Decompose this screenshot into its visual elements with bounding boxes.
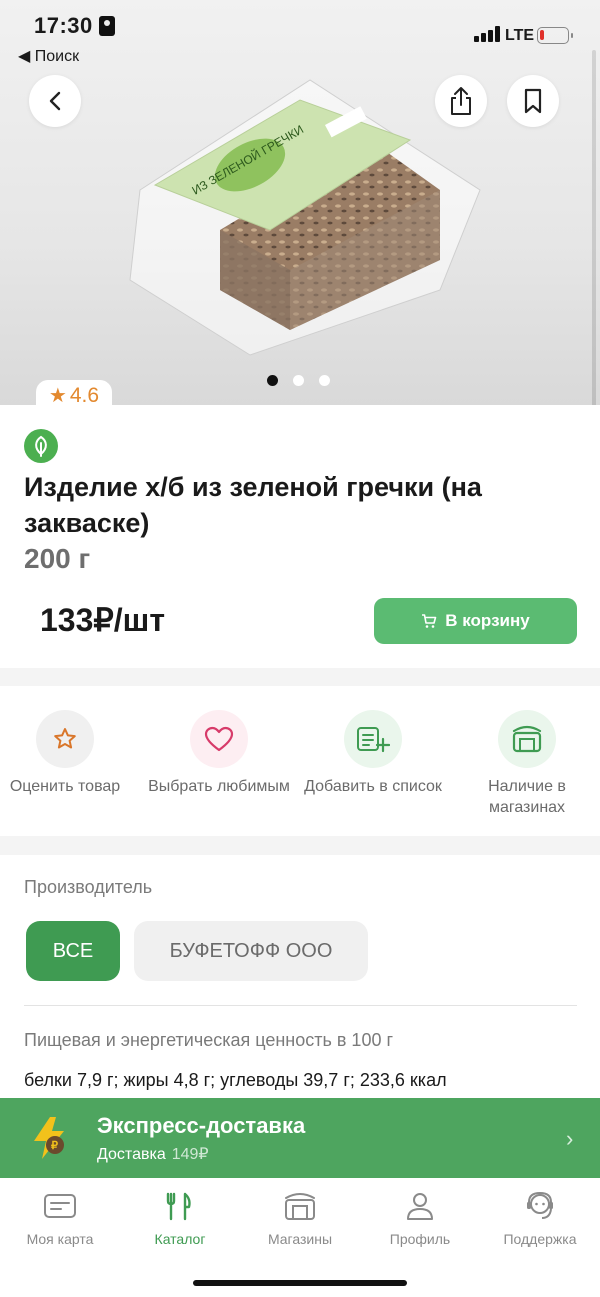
delivery-subtitle: Доставка 149₽ xyxy=(97,1144,209,1164)
back-to-app-link[interactable]: ◀ Поиск xyxy=(18,46,79,66)
gallery-dots[interactable] xyxy=(267,375,330,386)
chevron-left-icon xyxy=(49,91,61,111)
action-label: Добавить в список xyxy=(304,778,442,795)
add-to-list-action[interactable]: Добавить в список xyxy=(298,710,448,797)
producer-title: Производитель xyxy=(24,877,153,897)
heart-icon xyxy=(190,710,248,768)
tab-profile[interactable]: Профиль xyxy=(360,1188,480,1247)
producer-section: Производитель ВСЕ БУФЕТОФФ ООО Пищевая и… xyxy=(0,855,600,1100)
bookmark-icon xyxy=(524,88,542,114)
favorite-action[interactable]: Выбрать любимым xyxy=(144,710,294,797)
delivery-subtitle-label: Доставка xyxy=(97,1146,166,1163)
tab-label: Каталог xyxy=(154,1231,206,1247)
add-to-cart-label: В корзину xyxy=(445,611,530,630)
catalog-icon xyxy=(160,1188,200,1224)
rate-product-action[interactable]: Оценить товар xyxy=(0,710,140,797)
scrollbar[interactable] xyxy=(592,50,596,405)
tab-catalog[interactable]: Каталог xyxy=(120,1188,240,1247)
add-list-icon xyxy=(344,710,402,768)
svg-text:₽: ₽ xyxy=(51,1140,58,1152)
status-time: 17:30 xyxy=(34,13,93,38)
profile-icon xyxy=(400,1188,440,1224)
divider xyxy=(24,1005,577,1006)
support-icon xyxy=(520,1188,560,1224)
cart-icon xyxy=(422,614,437,628)
product-price: 133₽/шт xyxy=(40,602,165,638)
nutrition-title: Пищевая и энергетическая ценность в 100 … xyxy=(24,1030,394,1050)
express-delivery-banner[interactable]: ₽ Экспресс-доставка Доставка 149₽ › xyxy=(0,1098,600,1178)
product-actions: Оценить товар Выбрать любимым Добавить в… xyxy=(0,686,600,836)
action-label: Наличие в магазинах xyxy=(488,778,566,816)
nutrition-value: белки 7,9 г; жиры 4,8 г; углеводы 39,7 г… xyxy=(24,1070,447,1090)
producer-chip-all[interactable]: ВСЕ xyxy=(26,921,120,981)
add-to-cart-button[interactable]: В корзину xyxy=(374,598,577,644)
tab-label: Поддержка xyxy=(503,1231,577,1247)
network-type: LTE xyxy=(505,27,535,44)
star-icon xyxy=(36,710,94,768)
producer-chip-bufetoff[interactable]: БУФЕТОФФ ООО xyxy=(134,921,368,981)
action-label: Выбрать любимым xyxy=(148,778,290,795)
gallery-dot[interactable] xyxy=(267,375,278,386)
back-button[interactable] xyxy=(29,75,81,127)
delivery-title: Экспресс-доставка xyxy=(97,1113,306,1138)
gallery-dot[interactable] xyxy=(319,375,330,386)
store-icon xyxy=(280,1188,320,1224)
product-weight: 200 г xyxy=(24,543,91,574)
tab-label: Профиль xyxy=(389,1231,451,1247)
contact-badge-icon xyxy=(99,16,115,36)
tab-label: Моя карта xyxy=(26,1231,94,1247)
chevron-right-icon: › xyxy=(566,1126,574,1151)
star-icon: ★ xyxy=(48,385,67,407)
store-availability-action[interactable]: Наличие в магазинах xyxy=(452,710,600,818)
tab-label: Магазины xyxy=(267,1231,333,1247)
tab-stores[interactable]: Магазины xyxy=(240,1188,360,1247)
store-icon xyxy=(498,710,556,768)
gallery-dot[interactable] xyxy=(293,375,304,386)
home-indicator[interactable] xyxy=(193,1280,407,1286)
action-label: Оценить товар xyxy=(9,778,121,795)
signal-icon xyxy=(474,26,500,42)
bookmark-button[interactable] xyxy=(507,75,559,127)
tab-support[interactable]: Поддержка xyxy=(480,1188,600,1247)
leaf-icon xyxy=(24,429,58,463)
battery-icon xyxy=(537,27,573,44)
tab-my-card[interactable]: Моя карта xyxy=(0,1188,120,1247)
product-info: Изделие х/б из зеленой гречки (на заквас… xyxy=(0,405,600,668)
product-image[interactable]: ИЗ ЗЕЛЕНОЙ ГРЕЧКИ xyxy=(110,70,500,360)
status-bar: 17:30 ◀ Поиск LTE xyxy=(0,0,600,70)
lightning-icon: ₽ xyxy=(34,1117,64,1159)
product-title: Изделие х/б из зеленой гречки (на заквас… xyxy=(24,472,482,538)
card-icon xyxy=(40,1188,80,1224)
delivery-price: 149₽ xyxy=(171,1146,209,1163)
product-hero: 17:30 ◀ Поиск LTE ИЗ ЗЕЛЕНОЙ ГРЕЧКИ xyxy=(0,0,600,405)
